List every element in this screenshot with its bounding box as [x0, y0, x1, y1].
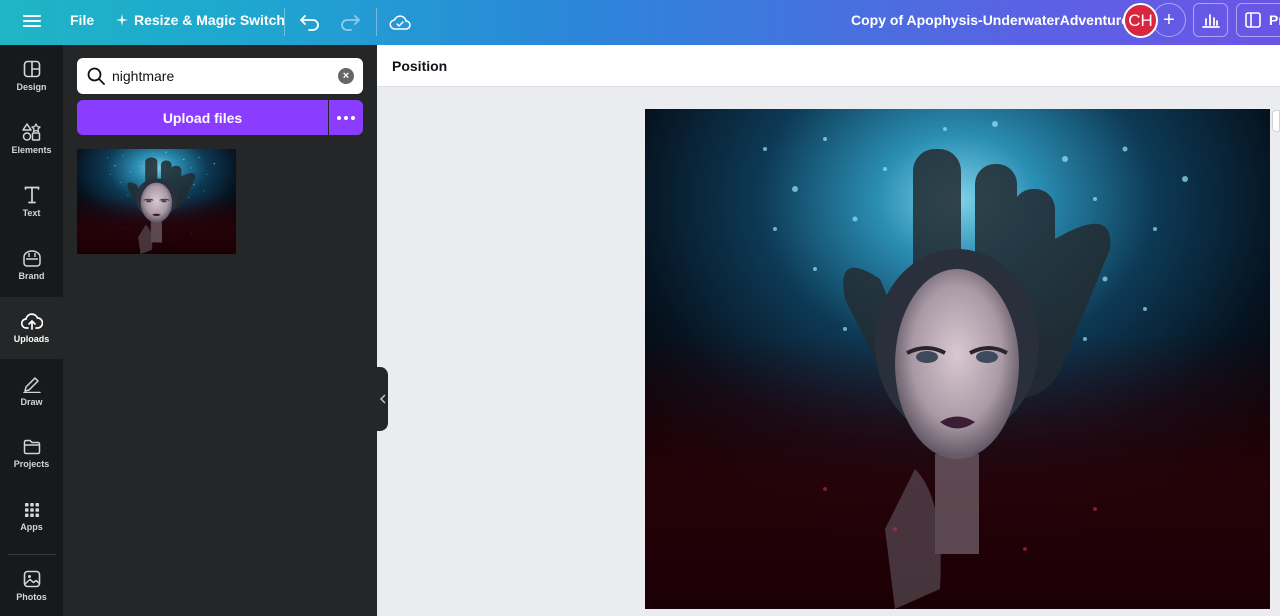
folder-icon: [23, 439, 40, 455]
bar-chart-icon: [1201, 14, 1220, 28]
image-icon: [23, 570, 40, 588]
rail-item-apps[interactable]: Apps: [0, 486, 63, 548]
dot: [344, 115, 348, 120]
resize-label: Resize & Magic Switch: [134, 12, 285, 28]
cloud-check-icon: [389, 15, 411, 30]
canvas-image: [645, 109, 1270, 609]
rail-label: Design: [16, 82, 47, 92]
rail-label: Apps: [20, 522, 43, 532]
uploads-panel: × Upload files: [63, 45, 377, 616]
rail-item-draw[interactable]: Draw: [0, 360, 63, 422]
thumbnail-image: [77, 149, 236, 254]
rail-item-design[interactable]: Design: [0, 45, 63, 107]
search-input[interactable]: [112, 68, 322, 84]
undo-icon: [300, 15, 319, 31]
search-box: ×: [77, 58, 363, 94]
grid-icon: [24, 503, 39, 517]
rail-label: Projects: [13, 459, 50, 469]
dot: [351, 115, 355, 120]
redo-button[interactable]: [336, 8, 364, 36]
magic-sparkle-icon: [116, 14, 128, 26]
plus-icon: +: [1163, 8, 1175, 31]
dot: [337, 115, 341, 120]
design-canvas[interactable]: [645, 109, 1270, 609]
resize-button[interactable]: Resize & Magic Switch: [116, 12, 285, 28]
context-toolbar: Position: [377, 45, 1280, 87]
file-menu-button[interactable]: File: [70, 12, 94, 28]
upload-files-button[interactable]: Upload files: [77, 100, 328, 135]
save-status-button[interactable]: [386, 8, 414, 36]
undo-button[interactable]: [296, 8, 324, 36]
rail-label: Photos: [16, 592, 47, 602]
brand-icon: [22, 250, 41, 267]
present-icon: [1245, 12, 1261, 28]
uploaded-image-thumbnail[interactable]: [77, 149, 236, 254]
upload-more-options-button[interactable]: [329, 100, 363, 135]
present-label: Pr: [1269, 12, 1280, 28]
pen-icon: [22, 377, 41, 393]
cloud-upload-icon: [20, 313, 43, 330]
rail-label: Brand: [18, 271, 45, 281]
position-button[interactable]: Position: [392, 58, 447, 74]
page-tools-handle[interactable]: [1272, 110, 1280, 132]
left-rail: Design Elements Text Brand Uploads Draw …: [0, 45, 63, 616]
rail-item-projects[interactable]: Projects: [0, 423, 63, 485]
design-title[interactable]: Copy of Apophysis-UnderwaterAdventure: [851, 12, 1129, 28]
rail-label: Elements: [11, 145, 52, 155]
layout-icon: [23, 60, 40, 78]
toolbar-divider: [376, 8, 377, 36]
search-icon: [87, 67, 105, 85]
rail-item-photos[interactable]: Photos: [0, 555, 63, 616]
rail-label: Text: [22, 208, 41, 218]
toolbar-divider: [284, 8, 285, 36]
rail-item-uploads[interactable]: Uploads: [0, 297, 63, 359]
rail-item-elements[interactable]: Elements: [0, 108, 63, 170]
rail-item-brand[interactable]: Brand: [0, 234, 63, 296]
text-icon: [24, 186, 39, 204]
collapse-panel-button[interactable]: [377, 367, 388, 431]
chevron-left-icon: [379, 394, 385, 404]
shapes-icon: [21, 123, 41, 141]
menu-icon[interactable]: [22, 12, 42, 32]
clear-search-icon[interactable]: ×: [338, 68, 354, 84]
redo-icon: [341, 15, 360, 31]
rail-item-text[interactable]: Text: [0, 171, 63, 233]
rail-label: Draw: [20, 397, 43, 407]
top-bar: File Resize & Magic Switch Copy of Apoph…: [0, 0, 1280, 45]
rail-label: Uploads: [13, 334, 50, 344]
avatar[interactable]: CH: [1123, 3, 1158, 38]
present-button[interactable]: Pr: [1236, 3, 1280, 37]
insights-button[interactable]: [1193, 3, 1228, 37]
